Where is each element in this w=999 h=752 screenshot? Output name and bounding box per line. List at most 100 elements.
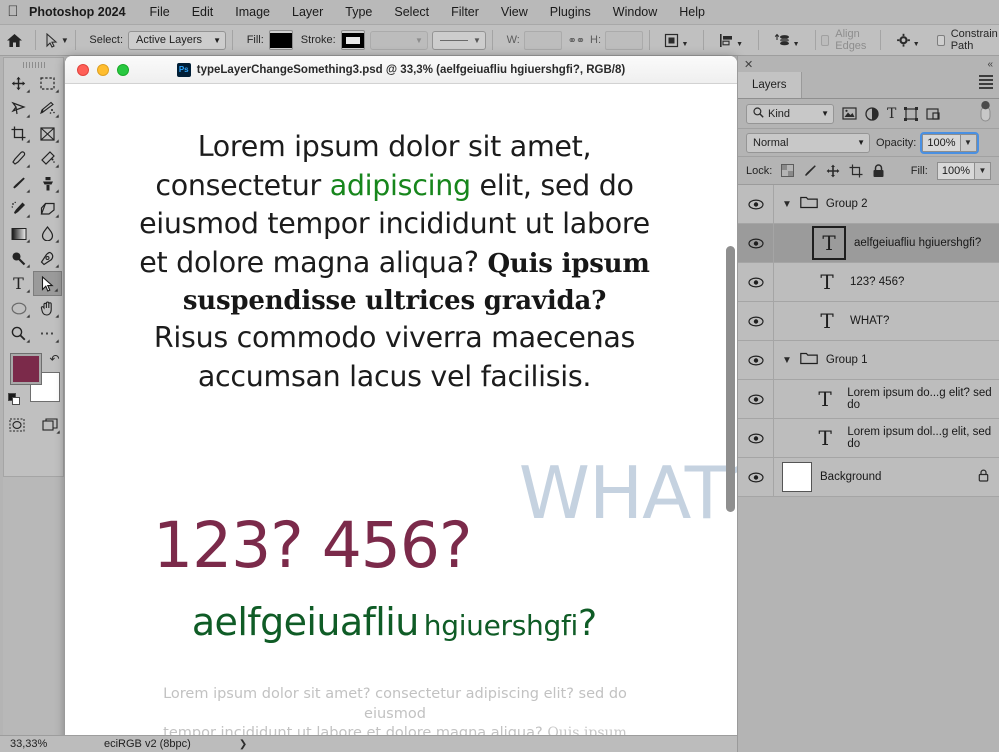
menu-item-filter[interactable]: Filter [440, 5, 490, 19]
dodge-tool[interactable] [4, 246, 33, 271]
foreground-color-swatch[interactable] [9, 353, 42, 385]
canvas-vertical-scrollbar[interactable] [726, 118, 735, 740]
type-layer-thumbnail[interactable]: T [811, 384, 839, 414]
layer-row-lorem-1[interactable]: T Lorem ipsum do...g elit? sed do [738, 380, 999, 419]
lock-artboard-nesting-icon[interactable] [849, 164, 863, 178]
default-colors-icon[interactable] [7, 393, 21, 406]
filter-type-icon[interactable]: T [887, 106, 896, 122]
chain-link-icon[interactable]: ⚭⚭ [568, 34, 585, 47]
layer-row-what[interactable]: T WHAT? [738, 302, 999, 341]
ellipse-tool[interactable] [4, 296, 33, 321]
type-layer-thumbnail[interactable]: T [812, 306, 842, 336]
pen-tool[interactable] [33, 246, 62, 271]
canvas-vertical-scroll-thumb[interactable] [726, 246, 735, 512]
lasso-tool[interactable] [4, 96, 33, 121]
filter-pixel-icon[interactable] [842, 107, 857, 120]
width-input[interactable] [523, 30, 562, 50]
menu-item-layer[interactable]: Layer [281, 5, 334, 19]
background-layer-thumbnail[interactable] [782, 462, 812, 492]
tab-layers[interactable]: Layers [738, 72, 802, 98]
canvas-area[interactable]: Lorem ipsum dolor sit amet, consectetur … [65, 84, 737, 752]
layer-content[interactable]: T Lorem ipsum do...g elit? sed do [774, 384, 999, 414]
fill-control[interactable]: 100% ▼ [936, 161, 991, 180]
panel-menu-icon[interactable] [979, 75, 993, 91]
layer-row-group-2[interactable]: ▼ Group 2 [738, 185, 999, 224]
home-icon[interactable] [0, 33, 29, 48]
blur-tool[interactable] [33, 221, 62, 246]
menu-item-plugins[interactable]: Plugins [539, 5, 602, 19]
align-edges-checkbox[interactable] [821, 34, 830, 46]
close-icon[interactable]: ✕ [744, 58, 753, 71]
layer-visibility-toggle[interactable] [738, 185, 774, 223]
menu-item-select[interactable]: Select [383, 5, 440, 19]
spot-healing-brush-tool[interactable] [33, 146, 62, 171]
lock-transparent-pixels-icon[interactable] [781, 164, 795, 177]
type-tool[interactable]: T [4, 271, 33, 296]
menu-app-name[interactable]: Photoshop 2024 [26, 5, 139, 19]
layer-content[interactable]: Background [774, 462, 999, 492]
opacity-stepper-icon[interactable]: ▼ [960, 133, 977, 152]
filter-kind-dropdown[interactable]: Kind ▼ [746, 103, 834, 124]
filter-smart-object-icon[interactable] [926, 107, 940, 121]
type-layer-thumbnail[interactable]: T [811, 423, 839, 453]
screen-mode-icon[interactable] [37, 412, 64, 437]
expand-arrow-icon[interactable]: ❯ [191, 739, 247, 750]
menu-item-help[interactable]: Help [668, 5, 716, 19]
brush-tool[interactable] [4, 171, 33, 196]
minimize-button[interactable] [97, 63, 109, 76]
menu-item-edit[interactable]: Edit [181, 5, 225, 19]
layer-content[interactable]: T Lorem ipsum dol...g elit, sed do [774, 423, 999, 453]
zoom-level[interactable]: 33,33% [0, 738, 62, 750]
history-brush-tool[interactable] [4, 196, 33, 221]
opacity-control[interactable]: 100% ▼ [920, 131, 979, 154]
chevron-down-icon[interactable]: ▼ [782, 199, 792, 210]
rectangular-marquee-tool[interactable] [33, 71, 62, 96]
path-arrangement-icon[interactable]: ▼ [765, 33, 809, 48]
path-operations-icon[interactable]: ▼ [655, 33, 697, 48]
chevron-down-icon[interactable]: ▼ [782, 355, 792, 366]
layer-content[interactable]: ▼ Group 2 [774, 195, 999, 214]
close-button[interactable] [77, 63, 89, 76]
type-layer-thumbnail[interactable]: T [812, 226, 846, 260]
menu-item-type[interactable]: Type [334, 5, 383, 19]
layer-visibility-toggle[interactable] [738, 341, 774, 379]
panel-grip[interactable] [22, 62, 45, 68]
layer-visibility-toggle[interactable] [738, 302, 774, 340]
layer-content[interactable]: T 123? 456? [774, 267, 999, 297]
layer-content[interactable]: T WHAT? [774, 306, 999, 336]
fill-color-swatch[interactable] [268, 30, 293, 50]
layer-visibility-toggle[interactable] [738, 224, 774, 262]
constrain-path-checkbox[interactable] [936, 34, 945, 46]
menu-item-file[interactable]: File [139, 5, 181, 19]
stroke-color-swatch[interactable] [340, 30, 365, 50]
layer-row-123-456[interactable]: T 123? 456? [738, 263, 999, 302]
layer-content[interactable]: ▼ Group 1 [774, 351, 999, 370]
frame-tool[interactable] [33, 121, 62, 146]
lock-all-icon[interactable] [872, 163, 885, 178]
fill-stepper-icon[interactable]: ▼ [975, 161, 991, 180]
collapse-panel-icon[interactable]: « [987, 59, 993, 70]
zoom-tool[interactable] [4, 321, 33, 346]
layer-row-lorem-2[interactable]: T Lorem ipsum dol...g elit, sed do [738, 419, 999, 458]
stroke-width-dropdown[interactable]: ▼ [369, 30, 428, 50]
menu-item-image[interactable]: Image [224, 5, 281, 19]
eraser-tool[interactable] [33, 196, 62, 221]
select-mode-dropdown[interactable]: Active Layers ▼ [128, 30, 227, 50]
move-tool[interactable] [4, 71, 33, 96]
path-selection-tool[interactable] [33, 271, 62, 296]
layer-row-group-1[interactable]: ▼ Group 1 [738, 341, 999, 380]
filter-adjustment-icon[interactable] [865, 106, 879, 121]
layer-visibility-toggle[interactable] [738, 419, 774, 457]
type-layer-thumbnail[interactable]: T [812, 267, 842, 297]
apple-logo-icon[interactable]:  [0, 4, 26, 21]
menu-item-view[interactable]: View [490, 5, 539, 19]
more-tools-icon[interactable]: ⋯ [33, 321, 62, 346]
path-alignment-icon[interactable]: ▼ [710, 33, 752, 48]
filter-toggle-switch[interactable] [980, 100, 991, 127]
height-input[interactable] [605, 30, 643, 50]
lock-position-icon[interactable] [826, 164, 840, 178]
fill-input[interactable]: 100% [936, 161, 975, 180]
layer-row-aelfgeiuafliu[interactable]: T aelfgeiuafliu hgiuershgfi? [738, 224, 999, 263]
active-tool-preset[interactable]: ▼ [42, 32, 69, 48]
layer-row-background[interactable]: Background [738, 458, 999, 497]
